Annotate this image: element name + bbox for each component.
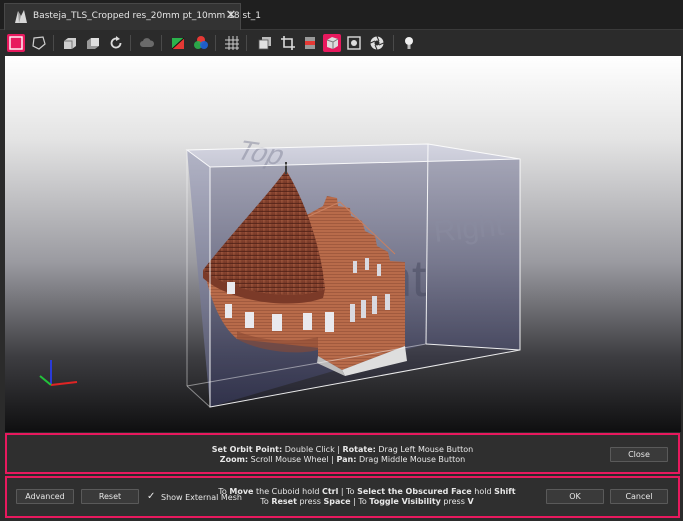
rgb-color-icon[interactable] <box>192 34 210 52</box>
reset-button[interactable]: Reset <box>81 489 139 504</box>
reset-visibility-hint: To Reset press Space | To Toggle Visibil… <box>260 497 474 506</box>
3d-viewport[interactable]: Top Right Front <box>5 56 681 432</box>
cloud-icon[interactable] <box>138 34 156 52</box>
crop-tool-icon[interactable] <box>279 34 297 52</box>
crop-inside-icon[interactable] <box>61 34 79 52</box>
move-select-hint: To Move the Cuboid hold Ctrl | To Select… <box>218 487 516 496</box>
crop-outside-icon[interactable] <box>84 34 102 52</box>
axis-gizmo <box>39 360 78 386</box>
toolbar <box>0 30 683 56</box>
cuboid-crop-window: Basteja_TLS_Cropped res_20mm pt_10mm 18 … <box>0 0 683 521</box>
zoom-pan-hint: Zoom: Scroll Mouse Wheel | Pan: Drag Mid… <box>219 455 466 464</box>
view-box-icon[interactable] <box>256 34 274 52</box>
lightbulb-icon[interactable] <box>400 34 418 52</box>
rect-select-icon[interactable] <box>7 34 25 52</box>
advanced-button[interactable]: Advanced <box>16 489 74 504</box>
toolbar-separator <box>53 35 54 51</box>
camera-fit-icon[interactable] <box>345 34 363 52</box>
cuboid-action-panel: Advanced Reset ✓ Show External Mesh To M… <box>5 476 680 518</box>
rotate-icon[interactable] <box>107 34 125 52</box>
tab-bar: Basteja_TLS_Cropped res_20mm pt_10mm 18 … <box>0 0 683 30</box>
orbit-rotate-hint: Set Orbit Point: Double Click | Rotate: … <box>211 445 474 454</box>
document-tab[interactable]: Basteja_TLS_Cropped res_20mm pt_10mm 18 … <box>4 3 261 30</box>
grid-icon[interactable] <box>223 34 241 52</box>
checkmark-icon: ✓ <box>147 491 156 502</box>
toolbar-separator <box>215 35 216 51</box>
cuboid-icon[interactable] <box>323 34 341 52</box>
aperture-icon[interactable] <box>368 34 386 52</box>
layer-stack-icon[interactable] <box>301 34 319 52</box>
cuboid-scene: Top Right Front <box>39 136 521 408</box>
color-clear-icon[interactable] <box>169 34 187 52</box>
toolbar-separator <box>130 35 131 51</box>
close-button[interactable]: Close <box>610 447 668 462</box>
navigation-hint-panel: Set Orbit Point: Double Click | Rotate: … <box>5 433 680 474</box>
ok-button[interactable]: OK <box>546 489 604 504</box>
toolbar-separator <box>246 35 247 51</box>
close-tab-icon[interactable]: ✕ <box>224 9 238 23</box>
cancel-button[interactable]: Cancel <box>610 489 668 504</box>
lasso-select-icon[interactable] <box>30 34 48 52</box>
toolbar-separator <box>393 35 394 51</box>
app-logo-icon <box>15 10 27 23</box>
toolbar-separator <box>161 35 162 51</box>
